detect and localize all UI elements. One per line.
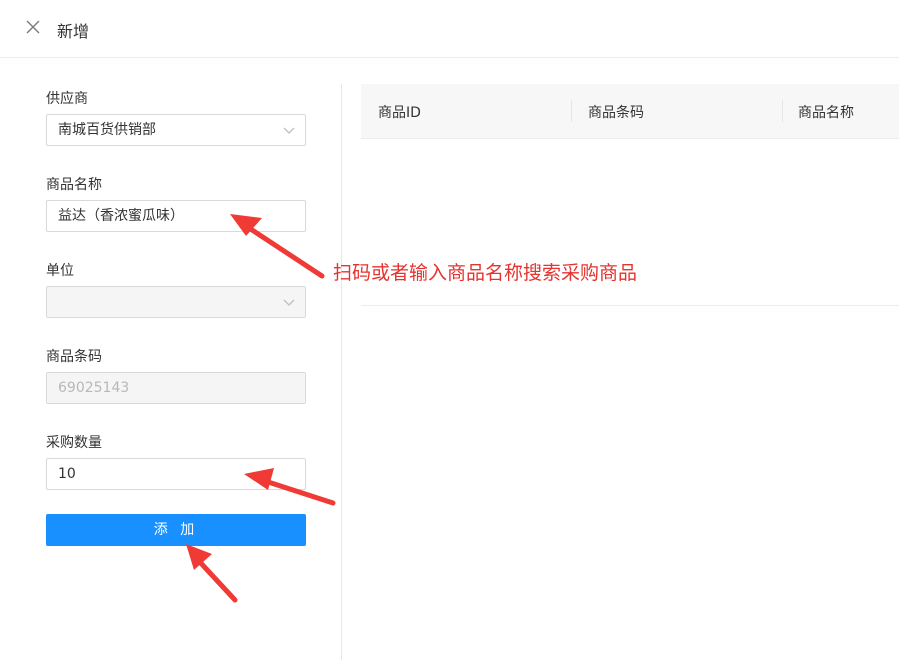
barcode-input[interactable]: 69025143 <box>46 372 306 404</box>
chevron-down-icon <box>283 299 295 306</box>
quantity-label: 采购数量 <box>46 435 102 451</box>
annotation-text: 扫码或者输入商品名称搜索采购商品 <box>333 262 638 284</box>
column-header-product-id: 商品ID <box>378 105 421 121</box>
supplier-value: 南城百货供销部 <box>58 122 156 138</box>
product-name-input[interactable]: 益达（香浓蜜瓜味） <box>46 200 306 232</box>
product-name-value: 益达（香浓蜜瓜味） <box>58 208 184 224</box>
add-button[interactable]: 添 加 <box>46 514 306 546</box>
supplier-label: 供应商 <box>46 91 88 107</box>
arrow-to-add-button <box>186 544 238 603</box>
quantity-value: 10 <box>58 466 76 482</box>
page-title: 新增 <box>57 22 90 41</box>
dialog-header: 新增 <box>0 0 899 58</box>
supplier-select[interactable]: 南城百货供销部 <box>46 114 306 146</box>
quantity-input[interactable]: 10 <box>46 458 306 490</box>
column-separator <box>571 100 572 122</box>
unit-select[interactable] <box>46 286 306 318</box>
column-header-barcode: 商品条码 <box>588 105 644 121</box>
barcode-value: 69025143 <box>58 380 130 396</box>
column-separator <box>782 100 783 122</box>
barcode-label: 商品条码 <box>46 349 102 365</box>
table-empty-body-border <box>361 305 899 306</box>
column-header-product-name: 商品名称 <box>798 105 854 121</box>
panel-divider <box>341 84 342 660</box>
unit-label: 单位 <box>46 263 74 279</box>
table-header: 商品ID 商品条码 商品名称 <box>361 84 899 139</box>
chevron-down-icon <box>283 127 295 134</box>
product-name-label: 商品名称 <box>46 177 102 193</box>
close-icon[interactable] <box>22 16 44 38</box>
